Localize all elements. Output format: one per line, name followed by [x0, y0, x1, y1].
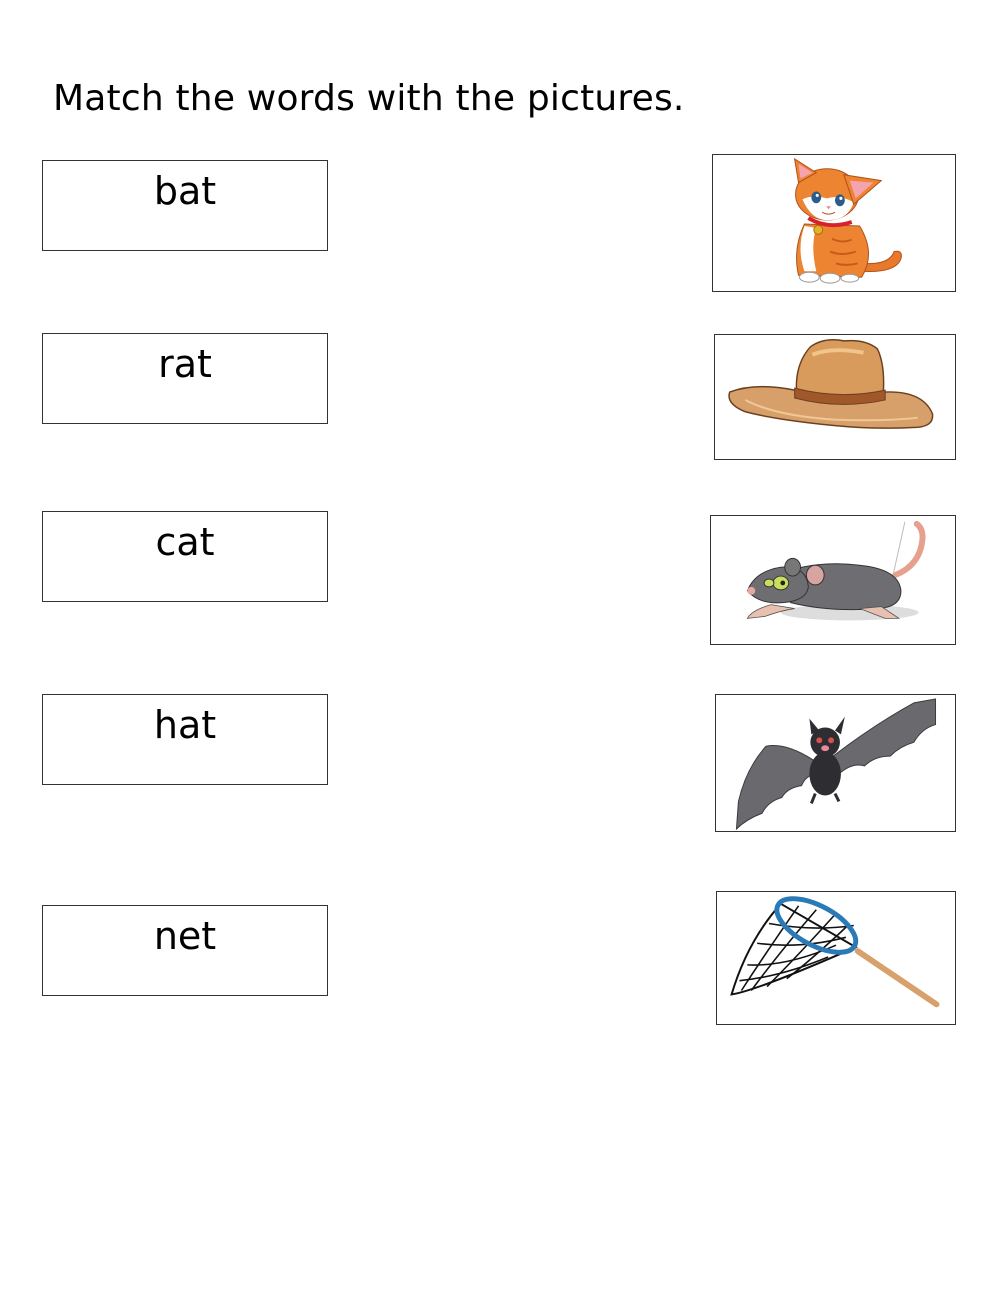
page-title: Match the words with the pictures. [53, 78, 685, 119]
picture-card-rat[interactable] [710, 515, 956, 645]
word-label: rat [158, 342, 212, 386]
word-card-cat[interactable]: cat [42, 511, 328, 602]
net-icon [730, 896, 940, 1008]
word-label: cat [155, 520, 215, 564]
word-label: hat [153, 703, 217, 747]
rat-icon [746, 520, 926, 621]
picture-card-net[interactable] [716, 891, 956, 1025]
word-card-bat[interactable]: bat [42, 160, 328, 251]
picture-card-hat[interactable] [714, 334, 956, 460]
word-label: net [153, 914, 217, 958]
word-card-net[interactable]: net [42, 905, 328, 996]
word-card-rat[interactable]: rat [42, 333, 328, 424]
word-label: bat [153, 169, 217, 213]
cat-icon [793, 157, 902, 284]
picture-card-cat[interactable] [712, 154, 956, 292]
word-card-hat[interactable]: hat [42, 694, 328, 785]
picture-card-bat[interactable] [715, 694, 956, 832]
bat-icon [735, 698, 937, 831]
hat-icon [728, 339, 934, 429]
